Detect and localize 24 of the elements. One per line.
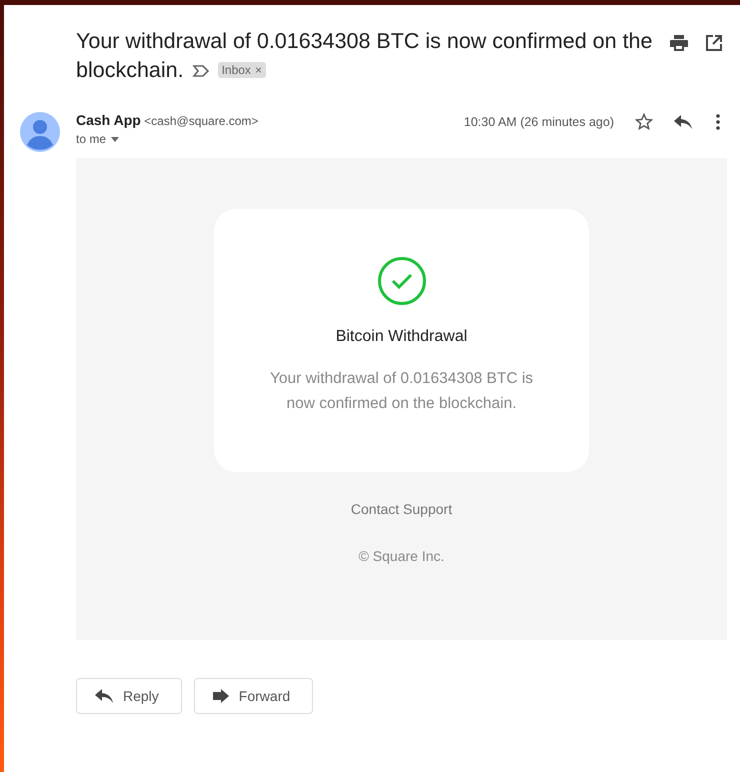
email-subject: Your withdrawal of 0.01634308 BTC is now confirmed on the blockchain. Inbox × — [76, 28, 654, 84]
label-text: Inbox — [222, 62, 251, 78]
recipient-dropdown[interactable]: to me — [76, 132, 120, 146]
forward-arrow-icon — [212, 689, 229, 703]
reply-icon[interactable] — [674, 115, 692, 129]
print-icon[interactable] — [670, 35, 688, 51]
sender-name: Cash App — [76, 112, 141, 128]
reply-button[interactable]: Reply — [76, 678, 182, 714]
forward-button[interactable]: Forward — [194, 678, 314, 714]
caret-icon — [111, 136, 120, 142]
contact-support-link[interactable]: Contact Support — [350, 501, 452, 517]
reply-arrow-icon — [95, 689, 113, 703]
card-title: Bitcoin Withdrawal — [336, 328, 468, 346]
copyright-text: © Square Inc. — [358, 548, 444, 564]
avatar — [20, 112, 60, 152]
star-icon[interactable] — [634, 112, 654, 132]
card-message: Your withdrawal of 0.01634308 BTC is now confirmed on the blockchain. — [268, 369, 534, 414]
check-circle-icon — [376, 256, 426, 306]
sender-email: <cash@square.com> — [144, 114, 258, 128]
importance-marker-icon[interactable] — [192, 64, 210, 78]
more-options-icon[interactable] — [716, 114, 720, 130]
open-in-new-window-icon[interactable] — [706, 35, 722, 51]
remove-label-button[interactable]: × — [254, 62, 262, 78]
timestamp: 10:30 AM (26 minutes ago) — [464, 115, 614, 129]
